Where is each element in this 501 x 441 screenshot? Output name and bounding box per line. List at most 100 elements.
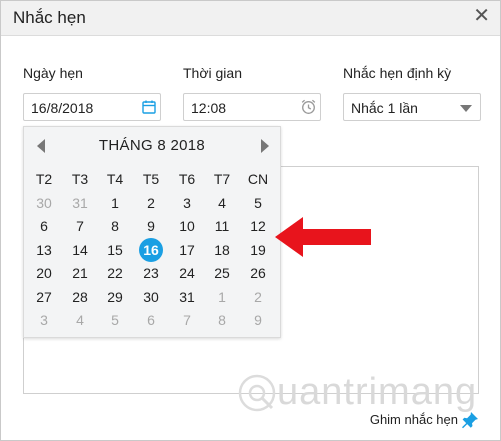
calendar-day-number: 2 [254, 288, 262, 305]
calendar-day[interactable]: 31 [62, 191, 98, 215]
calendar-day-number: 31 [72, 194, 88, 211]
weekday-header: T6 [178, 171, 196, 187]
weekday-header: T4 [106, 171, 124, 187]
calendar-day-number: 24 [179, 265, 195, 281]
time-label: Thời gian [183, 65, 242, 81]
calendar-day[interactable]: 9 [240, 308, 276, 332]
calendar-day[interactable]: 27 [26, 285, 62, 309]
calendar-day[interactable]: 2 [240, 285, 276, 309]
calendar-day-number: 16 [139, 237, 163, 262]
calendar-day-number: 13 [36, 241, 52, 258]
calendar-day[interactable]: 18 [204, 238, 240, 262]
calendar-day[interactable]: 2 [133, 191, 169, 215]
time-value: 12:08 [191, 100, 227, 116]
calendar-day[interactable]: 30 [133, 285, 169, 309]
calendar-day[interactable]: 3 [26, 308, 62, 332]
dialog-title: Nhắc hẹn [13, 8, 86, 27]
calendar-day-number: 27 [36, 288, 52, 305]
reminder-dialog: Nhắc hẹn ✕ Ngày hẹn Thời gian Nhắc hẹn đ… [0, 0, 501, 441]
date-value: 16/8/2018 [31, 100, 94, 116]
calendar-day[interactable]: 4 [62, 308, 98, 332]
calendar-day[interactable]: 3 [169, 191, 205, 215]
date-label: Ngày hẹn [23, 65, 83, 81]
calendar-day-number: 21 [72, 265, 88, 281]
calendar-day[interactable]: 17 [169, 238, 205, 262]
calendar-day[interactable]: 12 [240, 214, 276, 238]
calendar-day-number: 15 [107, 241, 123, 258]
calendar-day-number: 5 [254, 194, 262, 211]
calendar-day[interactable]: 6 [26, 214, 62, 238]
repeat-value: Nhắc 1 lần [351, 100, 418, 116]
calendar-day-number: 25 [214, 265, 230, 281]
calendar-day-number: 6 [147, 312, 155, 328]
calendar-day[interactable]: 20 [26, 261, 62, 285]
calendar-day-number: 7 [76, 218, 84, 234]
calendar-day[interactable]: 5 [97, 308, 133, 332]
calendar-day[interactable]: 29 [97, 285, 133, 309]
calendar-day[interactable]: 13 [26, 238, 62, 262]
calendar-day[interactable]: 26 [240, 261, 276, 285]
calendar-day[interactable]: 11 [204, 214, 240, 238]
red-arrow-icon [275, 217, 371, 257]
calendar-day-number: 17 [179, 241, 195, 258]
calendar-day-number: 12 [250, 218, 266, 234]
date-field[interactable]: 16/8/2018 [23, 93, 161, 121]
calendar-day-number: 4 [76, 312, 84, 328]
close-icon[interactable]: ✕ [473, 5, 490, 27]
time-field[interactable]: 12:08 [183, 93, 321, 121]
calendar-day-number: 9 [147, 218, 155, 234]
calendar-day[interactable]: 22 [97, 261, 133, 285]
calendar-day-number: 5 [111, 312, 119, 328]
calendar-day-number: 9 [254, 312, 262, 328]
calendar-day[interactable]: 5 [240, 191, 276, 215]
weekday-header: T2 [35, 171, 53, 187]
date-picker: THÁNG 8 2018 T2 T3 T4 T5 T6 T7 CN 30 31 1 2 3 4 5 6 7 8 9… [23, 126, 281, 338]
calendar-day[interactable]: 21 [62, 261, 98, 285]
calendar-day[interactable]: 7 [62, 214, 98, 238]
calendar-day[interactable]: 25 [204, 261, 240, 285]
alarm-clock-icon[interactable] [300, 98, 317, 115]
calendar-day[interactable]: 28 [62, 285, 98, 309]
calendar-day-number: 8 [111, 218, 119, 234]
weekday-header: T5 [142, 171, 160, 187]
calendar-day-selected[interactable]: 16 [133, 237, 169, 262]
calendar-day-number: 19 [250, 241, 266, 258]
calendar-day-number: 4 [218, 194, 226, 211]
watermark-logo-icon [238, 374, 276, 412]
calendar-day[interactable]: 4 [204, 191, 240, 215]
calendar-day-number: 20 [36, 265, 52, 281]
calendar-day[interactable]: 9 [133, 214, 169, 238]
weekday-header: T7 [213, 171, 231, 187]
calendar-day[interactable]: 8 [204, 308, 240, 332]
calendar-day-number: 10 [179, 218, 195, 234]
calendar-day[interactable]: 6 [133, 308, 169, 332]
calendar-day[interactable]: 1 [204, 285, 240, 309]
calendar-day[interactable]: 23 [133, 261, 169, 285]
calendar-day[interactable]: 8 [97, 214, 133, 238]
calendar-day[interactable]: 31 [169, 285, 205, 309]
calendar-day-number: 31 [179, 288, 195, 305]
calendar-day[interactable]: 10 [169, 214, 205, 238]
pin-reminder-label[interactable]: Ghim nhắc hẹn [370, 412, 458, 427]
calendar-day-number: 23 [143, 265, 159, 281]
calendar-icon[interactable] [141, 99, 157, 115]
calendar-day[interactable]: 24 [169, 261, 205, 285]
calendar-day-number: 2 [147, 194, 155, 211]
pin-icon[interactable] [461, 411, 479, 429]
calendar-day[interactable]: 15 [97, 238, 133, 262]
calendar-day-number: 29 [107, 288, 123, 305]
calendar-day-number: 11 [214, 218, 230, 234]
calendar-day[interactable]: 14 [62, 238, 98, 262]
calendar-day[interactable]: 30 [26, 191, 62, 215]
next-month-icon[interactable] [261, 139, 269, 153]
calendar-day-number: 6 [40, 218, 48, 234]
repeat-select[interactable]: Nhắc 1 lần [343, 93, 481, 121]
calendar-day-number: 30 [143, 288, 159, 305]
calendar-day-number: 22 [107, 265, 123, 281]
calendar-day[interactable]: 1 [97, 191, 133, 215]
chevron-down-icon[interactable] [460, 105, 472, 112]
calendar-day[interactable]: 7 [169, 308, 205, 332]
weekday-header: T3 [71, 171, 89, 187]
watermark-text: uantrimang [277, 371, 478, 413]
calendar-day[interactable]: 19 [240, 238, 276, 262]
